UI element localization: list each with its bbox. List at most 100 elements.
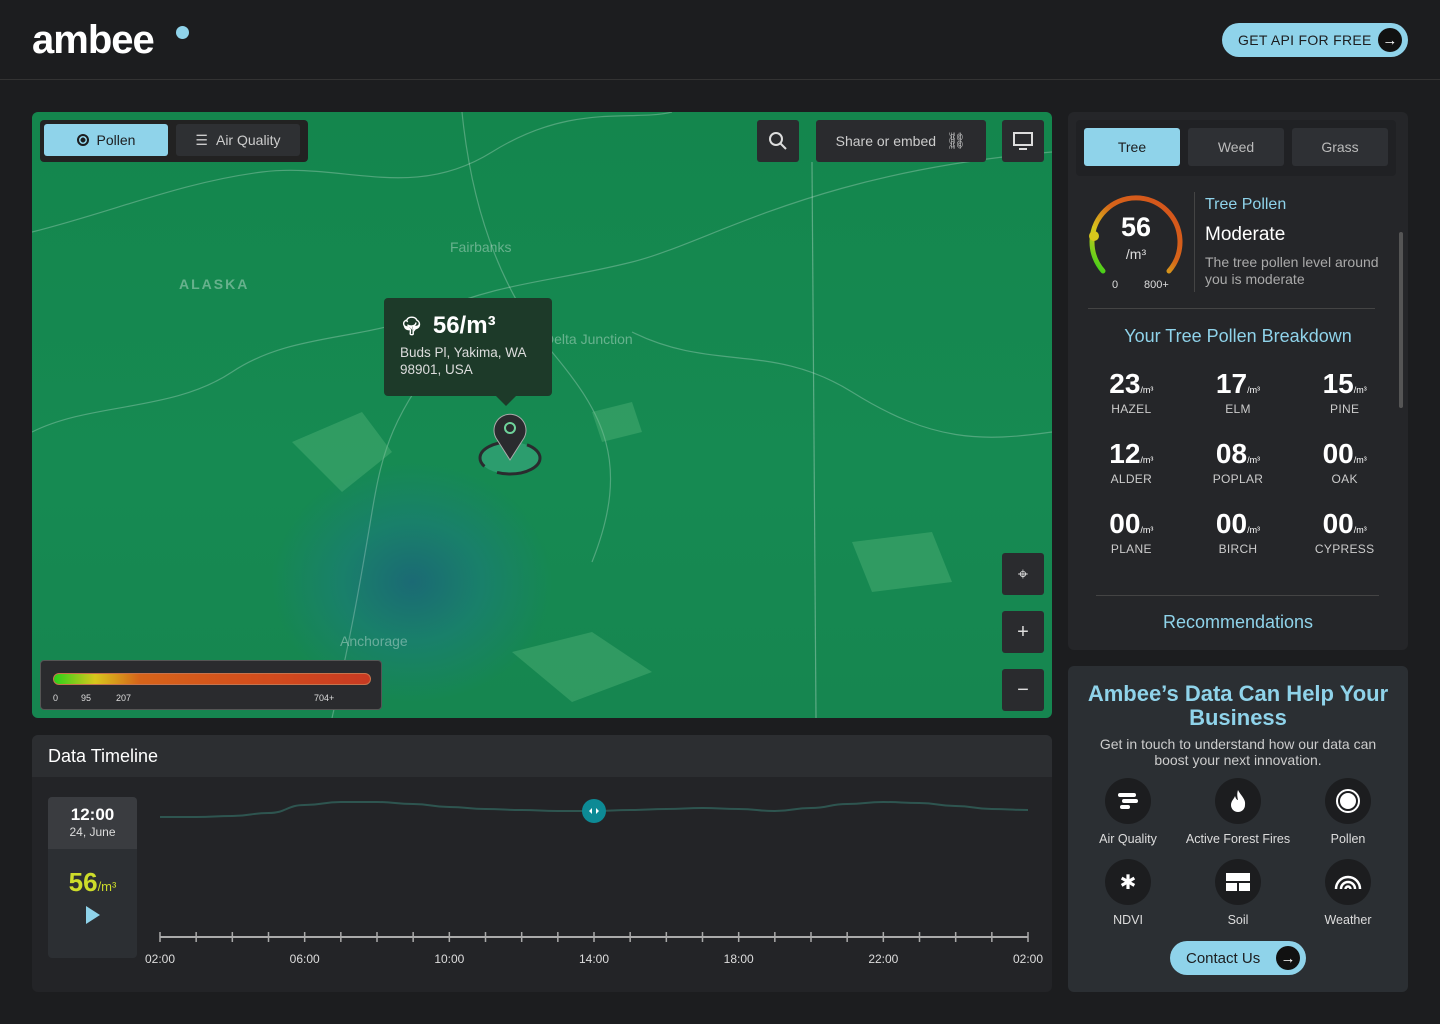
scrollbar[interactable]	[1399, 232, 1403, 408]
location-pin-icon[interactable]	[476, 410, 544, 480]
share-label: Share or embed	[835, 133, 937, 149]
air-quality-layer-button[interactable]: ☰ Air Quality	[176, 124, 300, 156]
service-forest-fires[interactable]: Active Forest Fires	[1178, 778, 1298, 846]
breakdown-value: 23	[1109, 368, 1141, 399]
service-weather[interactable]: Weather	[1288, 859, 1408, 927]
breakdown-unit: /m³	[1140, 455, 1154, 465]
tab-grass[interactable]: Grass	[1292, 128, 1388, 166]
breakdown-item: 17/m³ ELM	[1185, 368, 1292, 416]
breakdown-value: 00	[1215, 508, 1248, 539]
service-label: Pollen	[1330, 832, 1366, 846]
logo-dot	[176, 26, 189, 39]
breakdown-item: 00/m³ PLANE	[1078, 508, 1185, 556]
layer-toggle: Pollen ☰ Air Quality	[40, 120, 308, 162]
gauge-min: 0	[1112, 279, 1119, 291]
breakdown-item: 15/m³ PINE	[1291, 368, 1398, 416]
breakdown-value: 17	[1215, 368, 1248, 399]
fullscreen-button[interactable]	[1002, 120, 1044, 162]
zoom-out-button[interactable]: −	[1002, 669, 1044, 711]
location-tooltip: 🌳︎ 56/m³ Buds Pl, Yakima, WA 98901, USA	[384, 298, 552, 406]
minus-icon: −	[1017, 678, 1029, 701]
breakdown-unit: /m³	[1353, 385, 1367, 395]
get-api-button[interactable]: GET API FOR FREE →	[1222, 23, 1408, 57]
pollen-layer-button[interactable]: Pollen	[44, 124, 168, 156]
radio-icon	[76, 134, 89, 146]
locate-me-button[interactable]: ⌖	[1002, 553, 1044, 595]
place-label: ALASKA	[179, 276, 250, 292]
breakdown-grid: 23/m³ HAZEL 17/m³ ELM 15/m³ PINE 12/m³ ALDER 08/…	[1078, 368, 1398, 556]
pollen-gauge: 56 /m³ 0 800+	[1086, 188, 1186, 298]
breakdown-unit: /m³	[1247, 525, 1261, 535]
place-label: Delta Junction	[544, 331, 633, 347]
logo[interactable]: ambee	[32, 18, 155, 63]
soil-icon	[1215, 859, 1261, 905]
legend-tick: 0	[53, 693, 59, 703]
business-title: Ambee’s Data Can Help Your Business	[1087, 681, 1389, 730]
breakdown-unit: /m³	[1353, 525, 1367, 535]
timeline-label: 02:00	[145, 952, 175, 966]
contact-us-button[interactable]: Contact Us →	[1170, 941, 1306, 975]
pollen-description: The tree pollen level around you is mode…	[1205, 254, 1379, 287]
arrow-right-icon: →	[1276, 946, 1300, 970]
pollen-label: Pollen	[96, 132, 136, 148]
service-label: Soil	[1227, 913, 1249, 927]
breakdown-name: POPLAR	[1212, 472, 1264, 486]
zoom-in-button[interactable]: +	[1002, 611, 1044, 653]
timeline-label: 02:00	[1013, 952, 1043, 966]
breakdown-value: 00	[1109, 508, 1141, 539]
tab-tree[interactable]: Tree	[1084, 128, 1180, 166]
timeline-chart[interactable]: 02:00 06:00 10:00 14:00 18:00 22:00 02:00	[32, 777, 1052, 992]
service-label: NDVI	[1113, 913, 1143, 927]
legend-tick: 704+	[314, 693, 335, 703]
timeline-label: 06:00	[290, 952, 320, 966]
legend-tick: 207	[116, 693, 132, 703]
share-embed-button[interactable]: Share or embed ⛓	[816, 120, 986, 162]
service-pollen[interactable]: Pollen	[1288, 778, 1408, 846]
gauge-max: 800+	[1144, 279, 1169, 291]
get-api-label: GET API FOR FREE	[1238, 32, 1372, 48]
breakdown-item: 12/m³ ALDER	[1078, 438, 1185, 486]
breakdown-value: 00	[1322, 508, 1354, 539]
breakdown-name: ELM	[1225, 402, 1251, 416]
divider	[1096, 595, 1379, 596]
breakdown-item: 00/m³ BIRCH	[1185, 508, 1292, 556]
timeline-label: 18:00	[724, 952, 754, 966]
breakdown-name: ALDER	[1110, 472, 1153, 486]
flame-icon	[1215, 778, 1261, 824]
breakdown-name: CYPRESS	[1314, 542, 1375, 556]
arrow-right-icon: →	[1378, 28, 1402, 52]
timeline-label: 10:00	[434, 952, 464, 966]
data-timeline: Data Timeline 12:00 24, June 56/m³ 02:00 0…	[32, 735, 1052, 992]
recommendations-link[interactable]: Recommendations	[1068, 612, 1408, 633]
pollen-level: Moderate	[1205, 224, 1286, 245]
legend-gradient	[53, 673, 371, 685]
map[interactable]: Fairbanks ALASKA Delta Junction Anchorag…	[32, 112, 1052, 718]
crosshair-icon: ⌖	[1017, 563, 1029, 584]
air-quality-icon	[1105, 778, 1151, 824]
place-label: Anchorage	[340, 633, 408, 649]
breakdown-title: Your Tree Pollen Breakdown	[1124, 326, 1352, 346]
service-soil[interactable]: Soil	[1178, 859, 1298, 927]
tab-weed[interactable]: Weed	[1188, 128, 1284, 166]
pollen-icon	[1325, 778, 1371, 824]
timeline-label: 14:00	[579, 952, 609, 966]
timeline-handle[interactable]	[582, 799, 606, 823]
gauge-value: 56	[1120, 212, 1152, 242]
search-button[interactable]	[757, 120, 799, 162]
rainbow-icon	[1325, 859, 1371, 905]
service-label: Active Forest Fires	[1185, 832, 1291, 846]
breakdown-value: 00	[1322, 438, 1354, 469]
breakdown-value: 15	[1322, 368, 1354, 399]
tooltip-address: Buds Pl, Yakima, WA	[400, 345, 527, 360]
leaf-icon: ✱	[1105, 859, 1151, 905]
monitor-icon	[1013, 132, 1033, 150]
breakdown-unit: /m³	[1140, 385, 1154, 395]
breakdown-unit: /m³	[1353, 455, 1367, 465]
service-air-quality[interactable]: Air Quality	[1068, 778, 1188, 846]
service-ndvi[interactable]: ✱ NDVI	[1068, 859, 1188, 927]
breakdown-name: OAK	[1331, 472, 1358, 486]
pollen-panel: Tree Weed Grass 56 /m³ 0 800+ Tree Polle…	[1068, 112, 1408, 650]
breakdown-name: HAZEL	[1111, 402, 1152, 416]
air-quality-icon: ☰	[195, 131, 208, 148]
header: ambee GET API FOR FREE →	[0, 0, 1440, 80]
